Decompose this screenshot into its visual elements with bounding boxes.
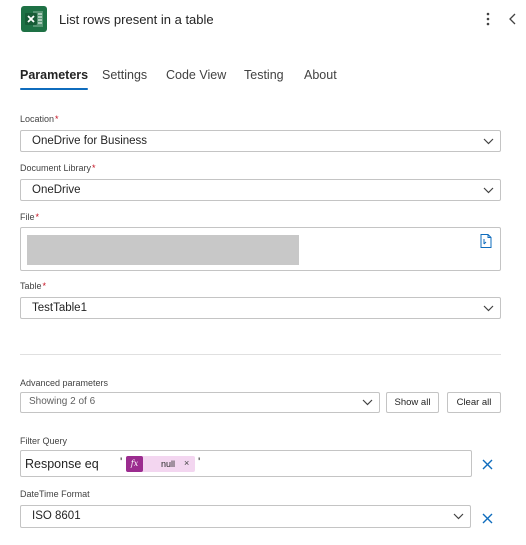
- open-quote: ': [120, 455, 123, 469]
- table-label: Table*: [20, 281, 47, 291]
- file-picker-icon[interactable]: [479, 233, 493, 249]
- location-value: OneDrive for Business: [32, 135, 148, 147]
- table-dropdown[interactable]: TestTable1: [20, 297, 501, 319]
- tab-settings[interactable]: Settings: [102, 68, 147, 82]
- location-dropdown[interactable]: OneDrive for Business: [20, 130, 501, 152]
- more-vertical-icon[interactable]: [481, 10, 495, 28]
- chevron-down-icon: [453, 513, 464, 520]
- token-label: null: [161, 459, 176, 469]
- required-marker: *: [92, 163, 96, 173]
- filter-query-text: Response eq: [25, 457, 99, 471]
- datetime-format-dropdown[interactable]: ISO 8601: [20, 505, 471, 528]
- chevron-down-icon: [483, 305, 494, 312]
- chevron-down-icon: [483, 138, 494, 145]
- tab-code-view[interactable]: Code View: [166, 68, 226, 82]
- expression-token[interactable]: fx null ×: [126, 456, 195, 472]
- panel-header: List rows present in a table: [0, 0, 526, 40]
- chevron-down-icon: [483, 187, 494, 194]
- document-library-value: OneDrive: [32, 184, 81, 196]
- filter-query-input[interactable]: Response eq ' fx null × ': [20, 450, 472, 477]
- excel-icon: [21, 6, 47, 32]
- location-label: Location*: [20, 114, 59, 124]
- required-marker: *: [55, 114, 59, 124]
- tab-about[interactable]: About: [304, 68, 337, 82]
- token-remove-button[interactable]: ×: [184, 458, 189, 468]
- tab-testing[interactable]: Testing: [244, 68, 284, 82]
- filter-query-label: Filter Query: [20, 436, 68, 446]
- datetime-format-label: DateTime Format: [20, 489, 90, 499]
- document-library-dropdown[interactable]: OneDrive: [20, 179, 501, 201]
- advanced-parameters-value: Showing 2 of 6: [29, 396, 96, 407]
- fx-icon: fx: [126, 456, 143, 472]
- document-library-label: Document Library*: [20, 163, 96, 173]
- table-value: TestTable1: [32, 302, 87, 314]
- section-divider: [20, 354, 501, 355]
- page-title: List rows present in a table: [59, 12, 214, 27]
- clear-filter-icon[interactable]: [481, 458, 494, 471]
- chevron-left-icon[interactable]: [507, 10, 519, 28]
- advanced-parameters-dropdown[interactable]: Showing 2 of 6: [20, 392, 380, 413]
- clear-all-button[interactable]: Clear all: [447, 392, 501, 413]
- required-marker: *: [35, 212, 40, 222]
- file-label: File*: [20, 212, 40, 222]
- required-marker: *: [42, 281, 47, 291]
- chevron-down-icon: [362, 399, 373, 406]
- show-all-button[interactable]: Show all: [386, 392, 439, 413]
- datetime-format-value: ISO 8601: [32, 510, 81, 522]
- clear-datetime-icon[interactable]: [481, 512, 494, 525]
- tab-parameters[interactable]: Parameters: [20, 68, 89, 90]
- advanced-parameters-label: Advanced parameters: [20, 378, 109, 388]
- close-quote: ': [198, 455, 201, 469]
- file-value-redacted: [27, 235, 299, 265]
- file-input[interactable]: [20, 227, 501, 271]
